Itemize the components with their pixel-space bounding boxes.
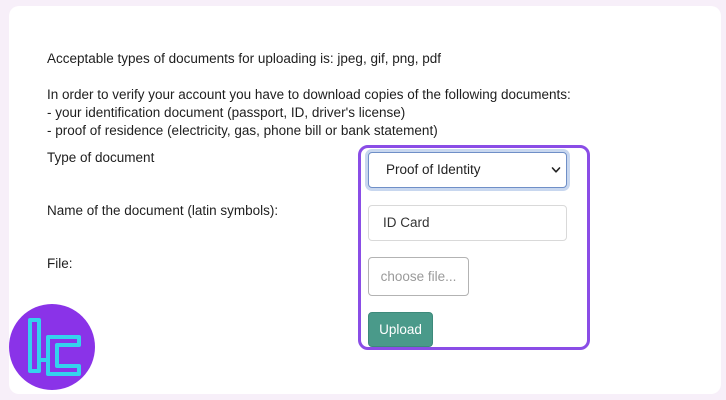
acceptable-types-text: Acceptable types of documents for upload… — [47, 51, 441, 66]
document-type-select[interactable]: Proof of Identity — [368, 152, 567, 188]
document-type-value: Proof of Identity — [386, 162, 481, 177]
residence-bullet: - proof of residence (electricity, gas, … — [47, 123, 438, 138]
chevron-down-icon — [551, 167, 561, 173]
document-name-value: ID Card — [383, 215, 430, 230]
tc-logo-icon — [9, 304, 95, 390]
document-name-label: Name of the document (latin symbols): — [47, 203, 279, 218]
identification-bullet: - your identification document (passport… — [47, 105, 406, 120]
page: Acceptable types of documents for upload… — [0, 0, 726, 400]
document-type-label: Type of document — [47, 150, 155, 165]
file-label: File: — [47, 256, 73, 271]
choose-file-button[interactable]: choose file... — [368, 257, 469, 296]
upload-button[interactable]: Upload — [368, 312, 433, 347]
document-name-input[interactable]: ID Card — [368, 205, 567, 241]
verify-intro-text: In order to verify your account you have… — [47, 87, 571, 102]
